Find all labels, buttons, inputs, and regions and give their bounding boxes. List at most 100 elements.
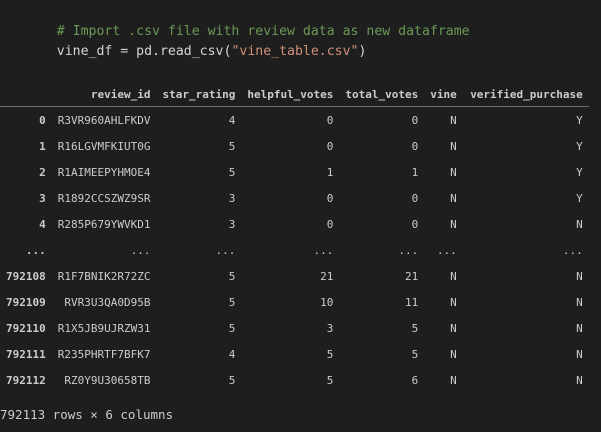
cell-vine: N: [450, 165, 457, 179]
cell-verified-purchase: N: [576, 269, 583, 283]
cell-verified-purchase: N: [576, 217, 583, 231]
row-index: 792108: [6, 269, 46, 283]
cell-review-id: RVR3U3QA0D95B: [51, 289, 157, 315]
cell-review-id: R1AIMEEPYHMOE4: [57, 165, 151, 179]
cell-total-votes: 6: [411, 373, 419, 387]
code-cell[interactable]: # Import .csv file with review data as n…: [0, 0, 601, 79]
cell-total-votes: 0: [339, 185, 425, 211]
cell-star-rating: ...: [156, 237, 242, 263]
cell-vine: N: [450, 269, 457, 283]
row-index: 0: [39, 113, 46, 127]
table-row: 4 R285P679YWVKD1 3 0 0 N N: [0, 211, 589, 237]
cell-output: review_id star_rating helpful_votes total_v…: [0, 64, 601, 432]
cell-total-votes: 5: [339, 341, 425, 367]
cell-review-id: R16LGVMFKIUT0G: [51, 133, 157, 159]
column-header-review-id: review_id: [51, 82, 157, 107]
table-row: 792112 RZ0Y9U30658TB 5 5 6 N N: [0, 367, 589, 393]
cell-star-rating: 5: [156, 289, 242, 315]
cell-verified-purchase: Y: [576, 113, 583, 127]
cell-star-rating: 3: [228, 217, 236, 231]
table-row: 3 R1892CCSZWZ9SR 3 0 0 N Y: [0, 185, 589, 211]
cell-verified-purchase: N: [576, 373, 583, 387]
table-body: 0 R3VR960AHLFKDV 4 0 0 N Y 1 R16LGVMFKIUT0G 5 0 0 N Y…: [0, 107, 589, 394]
cell-total-votes: 0: [339, 133, 425, 159]
dataframe-table: review_id star_rating helpful_votes total_v…: [0, 82, 589, 393]
cell-verified-purchase: Y: [576, 165, 583, 179]
cell-helpful-votes: 0: [326, 217, 334, 231]
column-header-star-rating: star_rating: [156, 82, 242, 107]
cell-verified-purchase: N: [462, 341, 589, 367]
cell-helpful-votes: 1: [326, 165, 334, 179]
cell-total-votes: 11: [339, 289, 425, 315]
cell-review-id: ...: [51, 237, 157, 263]
cell-helpful-votes: 0: [241, 185, 340, 211]
cell-star-rating: 4: [156, 341, 242, 367]
cell-helpful-votes: 0: [241, 133, 340, 159]
column-header-verified-purchase: verified_purchase: [462, 82, 589, 107]
cell-helpful-votes: 0: [326, 113, 334, 127]
row-index: 1: [0, 133, 52, 159]
table-row: 0 R3VR960AHLFKDV 4 0 0 N Y: [0, 107, 589, 134]
cell-vine: N: [450, 113, 457, 127]
cell-total-votes: 0: [411, 113, 419, 127]
row-index: 3: [0, 185, 52, 211]
cell-star-rating: 5: [228, 321, 236, 335]
cell-total-votes: 0: [411, 217, 419, 231]
table-header: review_id star_rating helpful_votes total_v…: [0, 82, 589, 107]
table-row: 792108 R1F7BNIK2R72ZC 5 21 21 N N: [0, 263, 589, 289]
cell-star-rating: 4: [228, 113, 236, 127]
cell-vine: N: [424, 185, 463, 211]
table-row: 792111 R235PHRTF7BFK7 4 5 5 N N: [0, 341, 589, 367]
cell-helpful-votes: 21: [320, 269, 334, 283]
cell-star-rating: 5: [228, 165, 236, 179]
header-row: review_id star_rating helpful_votes total_v…: [0, 82, 589, 107]
table-row: 1 R16LGVMFKIUT0G 5 0 0 N Y: [0, 133, 589, 159]
row-index: 792109: [0, 289, 52, 315]
code-filename-string: "vine_table.csv": [231, 44, 359, 59]
cell-star-rating: 5: [228, 373, 236, 387]
cell-total-votes: 1: [411, 165, 419, 179]
cell-star-rating: 5: [156, 133, 242, 159]
cell-review-id: R285P679YWVKD1: [57, 217, 151, 231]
cell-helpful-votes: 5: [326, 373, 334, 387]
cell-helpful-votes: ...: [241, 237, 340, 263]
column-header-vine: vine: [424, 82, 463, 107]
cell-verified-purchase: Y: [462, 185, 589, 211]
column-header-index: [0, 82, 52, 107]
cell-vine: N: [450, 321, 457, 335]
table-row: .....................: [0, 237, 589, 263]
cell-star-rating: 3: [156, 185, 242, 211]
cell-vine: ...: [424, 237, 463, 263]
row-index: 792112: [6, 373, 46, 387]
cell-star-rating: 5: [228, 269, 236, 283]
cell-review-id: R1892CCSZWZ9SR: [51, 185, 157, 211]
cell-vine: N: [424, 289, 463, 315]
column-header-helpful-votes: helpful_votes: [241, 82, 340, 107]
table-row: 792109 RVR3U3QA0D95B 5 10 11 N N: [0, 289, 589, 315]
row-index: 792111: [0, 341, 52, 367]
row-index: 2: [39, 165, 46, 179]
table-row: 792110 R1X5JB9UJRZW31 5 3 5 N N: [0, 315, 589, 341]
cell-total-votes: ...: [339, 237, 425, 263]
cell-verified-purchase: N: [576, 321, 583, 335]
cell-total-votes: 5: [411, 321, 419, 335]
dataframe-shape-text: 792113 rows × 6 columns: [0, 407, 174, 422]
row-index: 4: [39, 217, 46, 231]
cell-review-id: R1X5JB9UJRZW31: [57, 321, 151, 335]
table-row: 2 R1AIMEEPYHMOE4 5 1 1 N Y: [0, 159, 589, 185]
code-close-paren: ): [358, 44, 367, 59]
column-header-total-votes: total_votes: [339, 82, 425, 107]
cell-review-id: RZ0Y9U30658TB: [64, 373, 151, 387]
cell-verified-purchase: Y: [462, 133, 589, 159]
cell-helpful-votes: 5: [241, 341, 340, 367]
cell-helpful-votes: 10: [241, 289, 340, 315]
cell-vine: N: [450, 217, 457, 231]
cell-review-id: R235PHRTF7BFK7: [51, 341, 157, 367]
row-index: ...: [0, 237, 52, 263]
cell-helpful-votes: 3: [326, 321, 334, 335]
cell-review-id: R1F7BNIK2R72ZC: [57, 269, 151, 283]
cell-vine: N: [450, 373, 457, 387]
cell-vine: N: [424, 341, 463, 367]
row-index: 792110: [6, 321, 46, 335]
cell-verified-purchase: N: [462, 289, 589, 315]
